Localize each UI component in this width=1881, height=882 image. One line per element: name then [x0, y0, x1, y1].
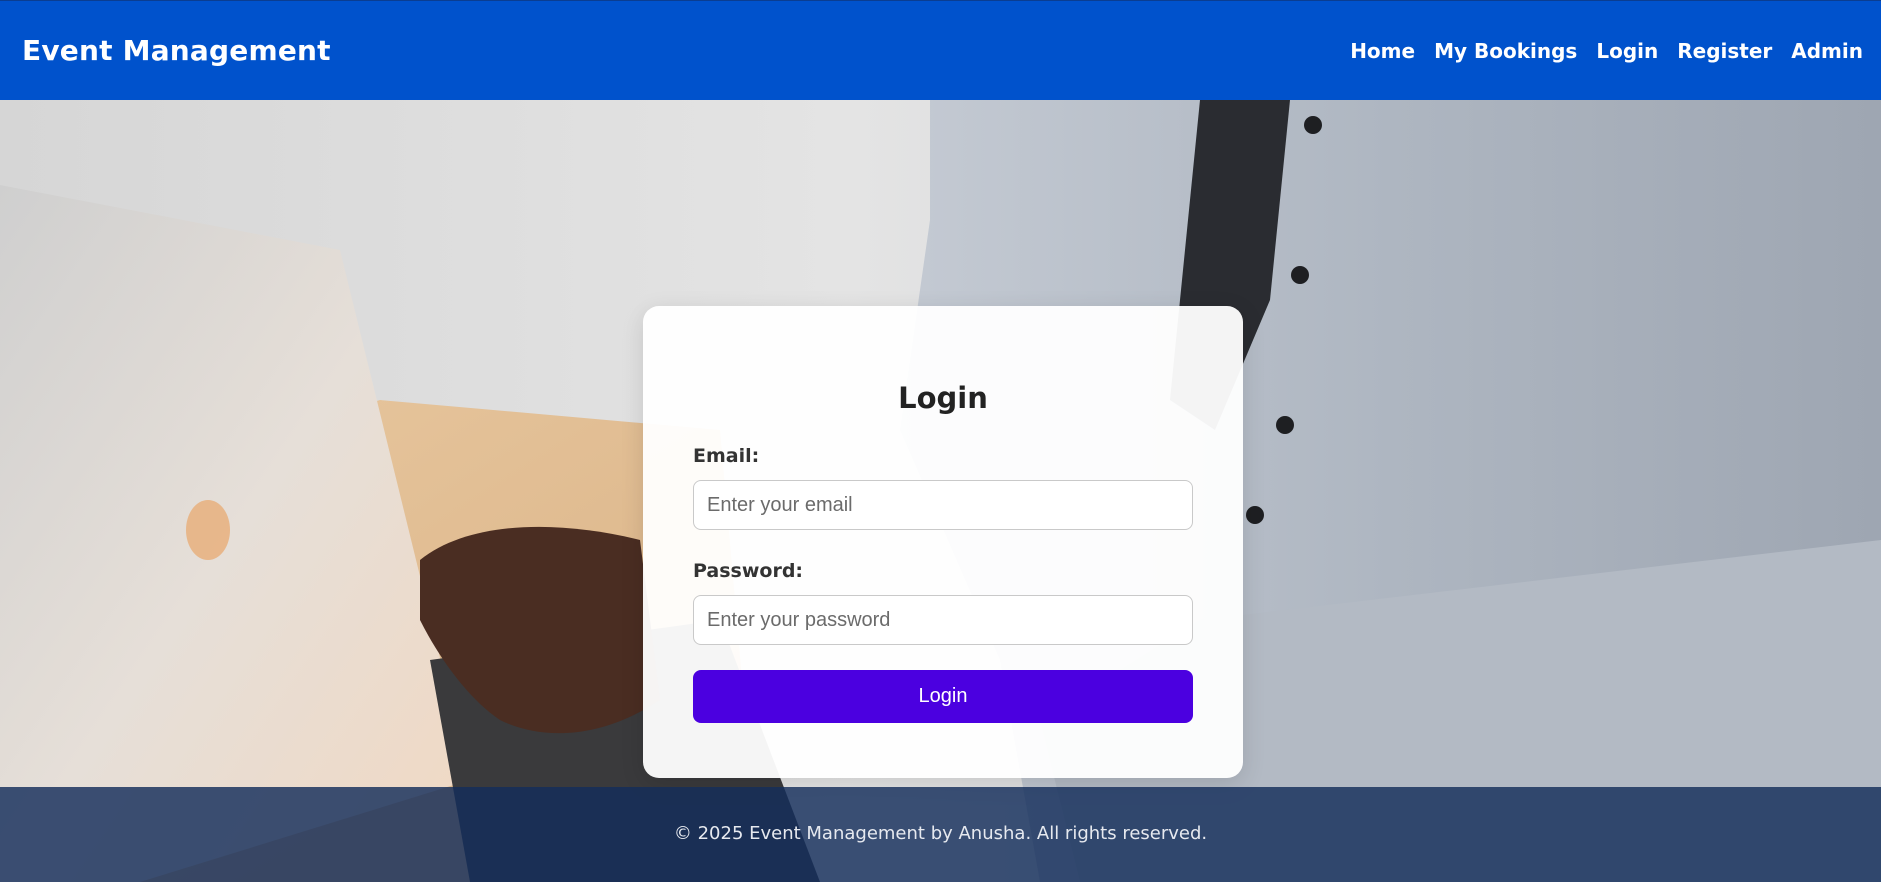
- nav-link-home[interactable]: Home: [1350, 39, 1415, 63]
- login-button[interactable]: Login: [693, 670, 1193, 723]
- top-navbar: Event Management Home My Bookings Login …: [0, 0, 1881, 100]
- page-footer: © 2025 Event Management by Anusha. All r…: [0, 787, 1881, 882]
- email-label: Email:: [693, 445, 760, 467]
- brand-title[interactable]: Event Management: [22, 34, 331, 67]
- login-heading: Login: [898, 381, 988, 415]
- login-card: Login Email: Password: Login: [643, 306, 1243, 778]
- nav-link-admin[interactable]: Admin: [1791, 39, 1863, 63]
- password-field[interactable]: [693, 595, 1193, 645]
- footer-copyright: © 2025 Event Management by Anusha. All r…: [673, 823, 1208, 844]
- password-label: Password:: [693, 560, 804, 582]
- nav-link-register[interactable]: Register: [1677, 39, 1772, 63]
- nav-link-login[interactable]: Login: [1596, 39, 1658, 63]
- nav-links: Home My Bookings Login Register Admin: [1350, 39, 1863, 63]
- nav-link-my-bookings[interactable]: My Bookings: [1434, 39, 1577, 63]
- email-field[interactable]: [693, 480, 1193, 530]
